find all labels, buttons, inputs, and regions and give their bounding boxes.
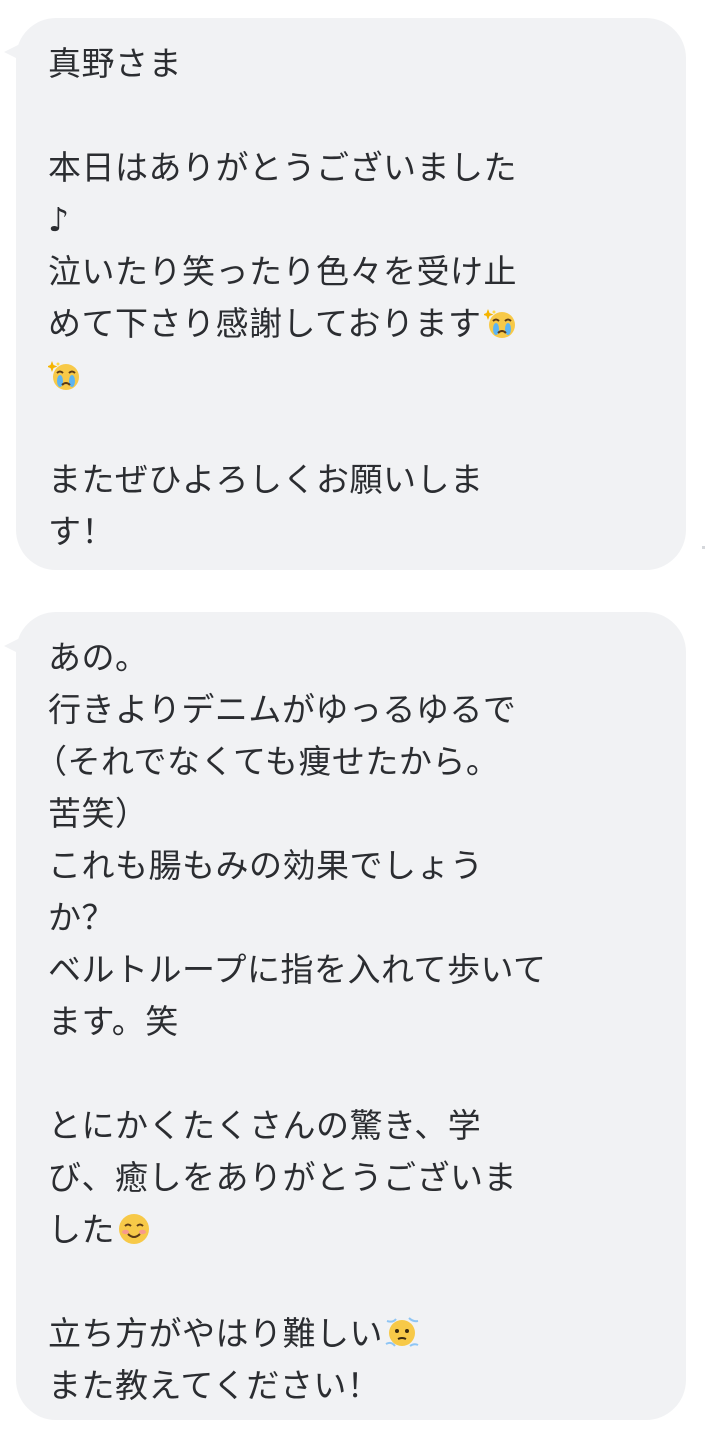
message-line: またぜひよろしくお願いしま bbox=[48, 460, 484, 499]
message-line: ます。笑 bbox=[48, 1002, 179, 1041]
message-line: これも腸もみの効果でしょう bbox=[48, 846, 484, 885]
message-line-text: した bbox=[48, 1210, 115, 1249]
message-line-text: 立ち方がやはり難しい bbox=[48, 1314, 383, 1353]
message-line: ベルトループに指を入れて歩いて bbox=[48, 950, 547, 989]
message-line: ♪ bbox=[48, 200, 70, 239]
message-line-with-emoji: した bbox=[48, 1204, 660, 1256]
bubble-tail bbox=[4, 638, 20, 654]
message-line: 真野さま bbox=[48, 44, 182, 83]
message-line: す！ bbox=[48, 512, 115, 551]
bubble-tail bbox=[4, 44, 20, 60]
message-line: か？ bbox=[48, 898, 115, 937]
crying-face-sparkle-icon bbox=[48, 361, 79, 390]
message-line: あの。 bbox=[48, 638, 149, 677]
smiling-face-icon bbox=[119, 1214, 149, 1244]
message-line-with-emoji: めて下さり感謝しております bbox=[48, 298, 660, 350]
message-line: び、癒しをありがとうございま bbox=[48, 1158, 517, 1197]
message-line: 苦笑） bbox=[48, 794, 149, 833]
message-line: とにかくたくさんの驚き、学 bbox=[48, 1106, 482, 1145]
message-line: （それでなくても痩せたから。 bbox=[34, 742, 500, 781]
message-line-text: めて下さり感謝しております bbox=[48, 304, 482, 343]
crying-face-sparkle-icon bbox=[483, 309, 515, 338]
message-bubble[interactable]: あの。 行きよりデニムがゆっるゆるで （それでなくても痩せたから。 苦笑） これ… bbox=[4, 612, 686, 1420]
message-line-with-emoji bbox=[48, 350, 660, 402]
message-bubble[interactable]: 真野さま 本日はありがとうございました ♪ 泣いたり笑ったり色々を受け止 めて下… bbox=[4, 18, 686, 570]
message-line: 泣いたり笑ったり色々を受け止 bbox=[48, 252, 517, 291]
cold-sweat-face-icon bbox=[385, 1317, 419, 1347]
message-line: 行きよりデニムがゆっるゆるで bbox=[48, 690, 517, 729]
message-line: また教えてください！ bbox=[48, 1366, 381, 1405]
message-line-with-emoji: 立ち方がやはり難しい bbox=[48, 1308, 660, 1360]
message-line: 本日はありがとうございました bbox=[48, 148, 517, 187]
